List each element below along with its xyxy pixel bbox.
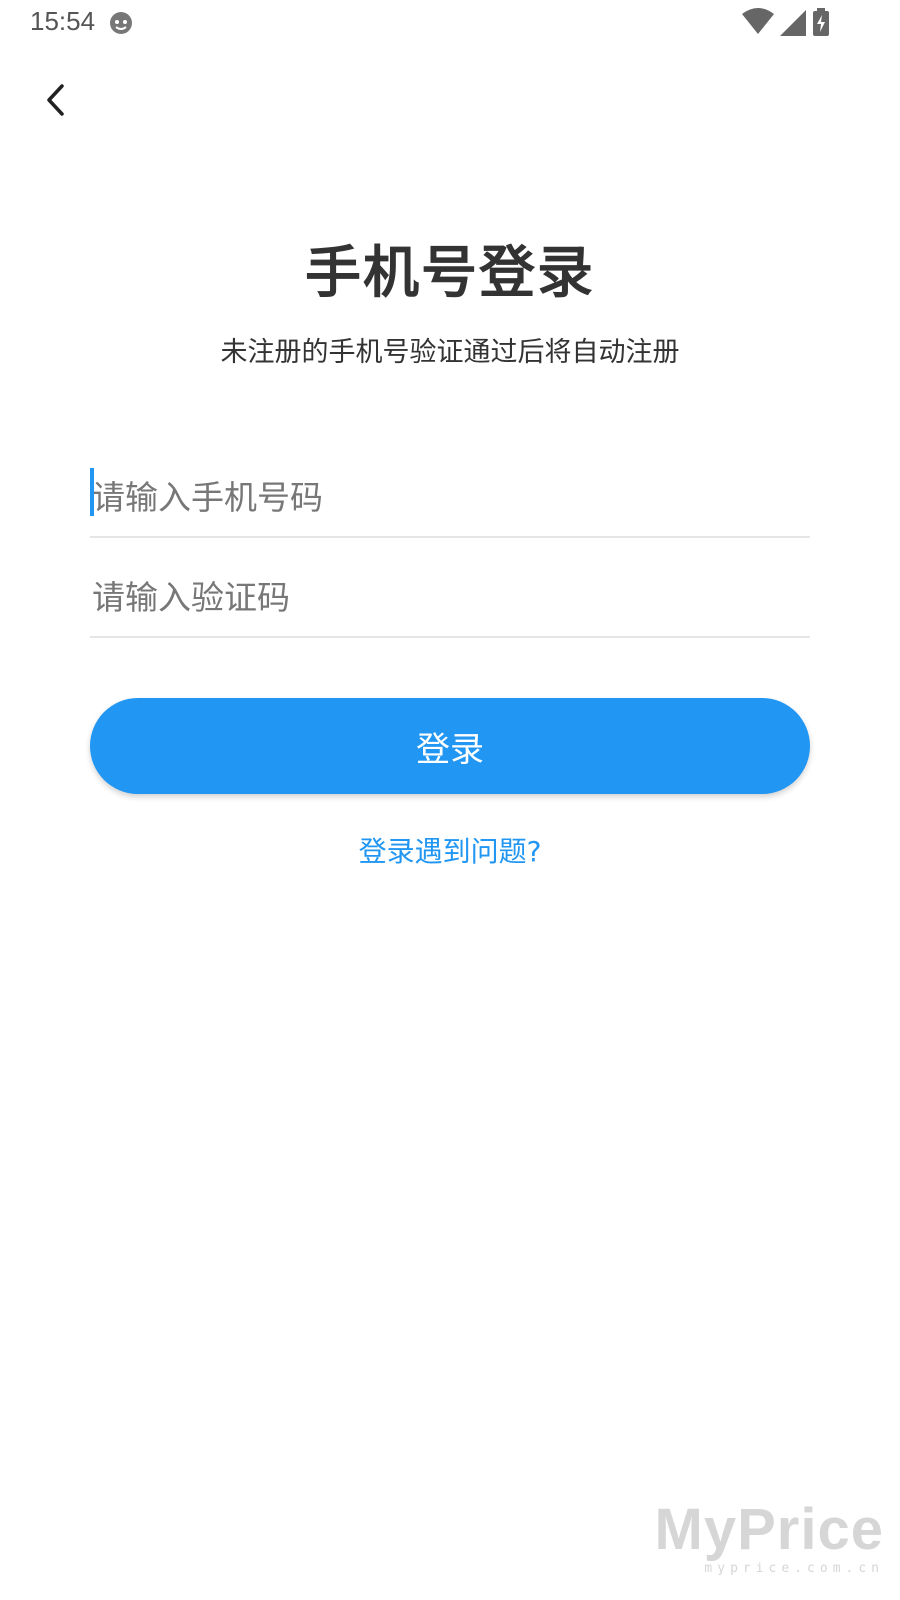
phone-input[interactable]: [90, 458, 810, 536]
status-bar: 15:54: [0, 0, 900, 48]
watermark: MyPrice myprice.com.cn: [654, 1497, 884, 1577]
app-notification-icon: [108, 10, 134, 36]
cellular-signal-icon: [780, 8, 806, 40]
phone-field: [90, 458, 810, 538]
wifi-icon: [742, 8, 774, 40]
login-help-link[interactable]: 登录遇到问题?: [0, 830, 900, 870]
battery-charging-icon: [812, 8, 830, 40]
back-button[interactable]: [32, 78, 80, 126]
page-subtitle: 未注册的手机号验证通过后将自动注册: [220, 337, 680, 368]
status-icons: [742, 8, 830, 40]
code-field: [90, 558, 810, 638]
watermark-logo: MyPrice: [654, 1497, 884, 1562]
watermark-domain: myprice.com.cn: [704, 1561, 884, 1576]
verification-code-input[interactable]: [90, 558, 810, 636]
login-button[interactable]: 登录: [90, 698, 810, 794]
chevron-left-icon: [42, 82, 70, 122]
text-caret: [90, 468, 94, 516]
status-time: 15:54: [30, 6, 96, 36]
page-title: 手机号登录: [305, 241, 595, 306]
